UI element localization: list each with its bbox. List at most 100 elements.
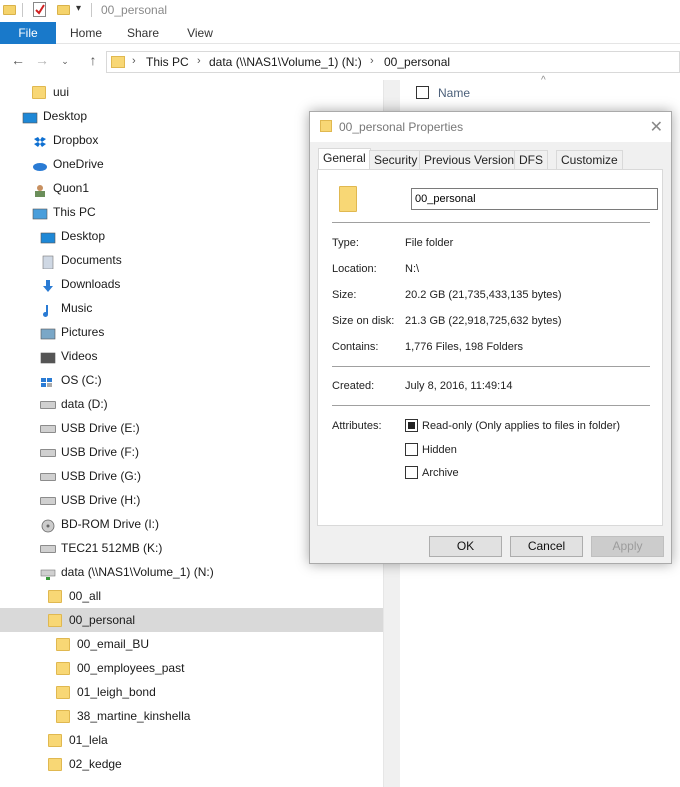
nav-item[interactable]: 00_employees_past [0,656,383,680]
apply-button[interactable]: Apply [591,536,664,557]
folder-icon [56,638,70,651]
archive-checkbox[interactable] [405,466,418,479]
nav-item[interactable]: uui [0,80,383,104]
breadcrumb-chevron-icon[interactable]: › [132,55,136,67]
nav-item-label: uui [53,85,70,99]
disc-drive-icon [40,517,56,533]
nav-item-label: OneDrive [53,157,104,171]
nav-item[interactable]: 38_martine_kinshella [0,704,383,728]
tab-previous-versions[interactable]: Previous Versions [419,150,526,169]
size-on-disk-value: 21.3 GB (22,918,725,632 bytes) [405,315,562,327]
nav-item-label: Desktop [61,229,106,243]
nav-item-label: OS (C:) [61,373,102,387]
tab-view[interactable]: View [172,22,228,44]
windows-drive-icon [40,373,56,387]
folder-icon [32,86,46,99]
tab-share[interactable]: Share [115,22,171,44]
up-arrow-icon[interactable]: ↑ [84,52,102,68]
nav-item-label: data (D:) [61,397,108,411]
divider [91,3,92,17]
hidden-checkbox[interactable] [405,443,418,456]
pictures-icon [40,325,56,340]
location-label: Location: [332,263,377,275]
tab-customize[interactable]: Customize [556,150,623,169]
folder-icon [3,5,16,15]
nav-item-label: Downloads [61,277,121,291]
network-drive-icon [40,565,56,580]
contains-label: Contains: [332,341,379,353]
window-title: 00_personal [101,3,168,17]
hidden-label: Hidden [422,444,457,456]
tab-home[interactable]: Home [58,22,114,44]
nav-item-label: 00_all [69,589,102,603]
close-icon[interactable]: ✕ [650,117,663,137]
nav-item[interactable]: 00_personal [0,608,383,632]
nav-item-label: data (\\NAS1\Volume_1) (N:) [61,565,214,579]
breadcrumb-this-pc[interactable]: This PC [146,55,189,69]
breadcrumb-current-folder[interactable]: 00_personal [384,55,450,69]
folder-icon [56,710,70,723]
drive-icon [40,473,56,481]
properties-check-icon[interactable] [33,2,46,17]
size-on-disk-label: Size on disk: [332,315,395,327]
music-icon [40,301,56,317]
divider [332,366,650,367]
attributes-label: Attributes: [332,420,382,432]
select-all-checkbox[interactable] [416,86,429,99]
nav-item-label: Music [61,301,93,315]
address-box[interactable]: › This PC › data (\\NAS1\Volume_1) (N:) … [106,51,680,73]
drive-icon [40,449,56,457]
nav-item-label: Pictures [61,325,105,339]
nav-item-label: BD-ROM Drive (I:) [61,517,159,531]
dialog-title: 00_personal Properties [339,120,464,134]
nav-item-label: 38_martine_kinshella [77,709,191,723]
size-label: Size: [332,289,357,301]
tab-security[interactable]: Security [369,150,423,169]
recent-locations-chevron-icon[interactable]: ⌄ [56,56,74,67]
nav-item[interactable]: 01_lela [0,728,383,752]
drive-icon [40,401,56,409]
downloads-icon [40,277,56,292]
back-arrow-icon[interactable]: ← [9,52,27,68]
tab-dfs[interactable]: DFS [514,150,548,169]
nav-item-label: 02_kedge [69,757,122,771]
forward-arrow-icon[interactable]: → [33,52,51,68]
folder-icon [339,186,357,212]
archive-label: Archive [422,467,459,479]
tab-general[interactable]: General [318,148,371,170]
onedrive-icon [32,157,48,171]
read-only-label: Read-only (Only applies to files in fold… [422,420,621,432]
created-label: Created: [332,380,375,392]
tab-file[interactable]: File [0,22,56,44]
nav-item-label: Videos [61,349,98,363]
nav-item-label: 00_personal [69,613,136,627]
desktop-icon [22,109,38,124]
address-bar-row: ← → ⌄ ↑ › This PC › data (\\NAS1\Volume_… [0,48,680,76]
nav-item[interactable]: 00_email_BU [0,632,383,656]
breadcrumb-chevron-icon[interactable]: › [370,55,374,67]
breadcrumb-chevron-icon[interactable]: › [197,55,201,67]
customize-dropdown-icon[interactable]: ▾ [76,3,81,14]
folder-icon [56,686,70,699]
nav-item[interactable]: 02_kedge [0,752,383,776]
new-folder-icon[interactable] [57,5,70,15]
folder-name-field[interactable] [411,188,658,210]
nav-item-label: 00_email_BU [77,637,150,651]
usb-stick-icon [40,545,56,553]
cancel-button[interactable]: Cancel [510,536,583,557]
divider [22,3,23,17]
read-only-checkbox[interactable] [405,419,418,432]
videos-icon [40,349,56,364]
dialog-title-bar: 00_personal Properties ✕ [310,112,671,142]
sort-ascending-icon: ^ [541,75,546,86]
breadcrumb-network-drive[interactable]: data (\\NAS1\Volume_1) (N:) [209,55,362,69]
column-header-name[interactable]: Name [438,86,470,100]
nav-item-label: 00_employees_past [77,661,185,675]
nav-item[interactable]: 01_leigh_bond [0,680,383,704]
properties-dialog: 00_personal Properties ✕ General Securit… [309,111,672,564]
nav-item-label: USB Drive (H:) [61,493,141,507]
nav-item-label: USB Drive (G:) [61,469,142,483]
nav-item[interactable]: 00_all [0,584,383,608]
ok-button[interactable]: OK [429,536,502,557]
nav-item-label: Documents [61,253,122,267]
